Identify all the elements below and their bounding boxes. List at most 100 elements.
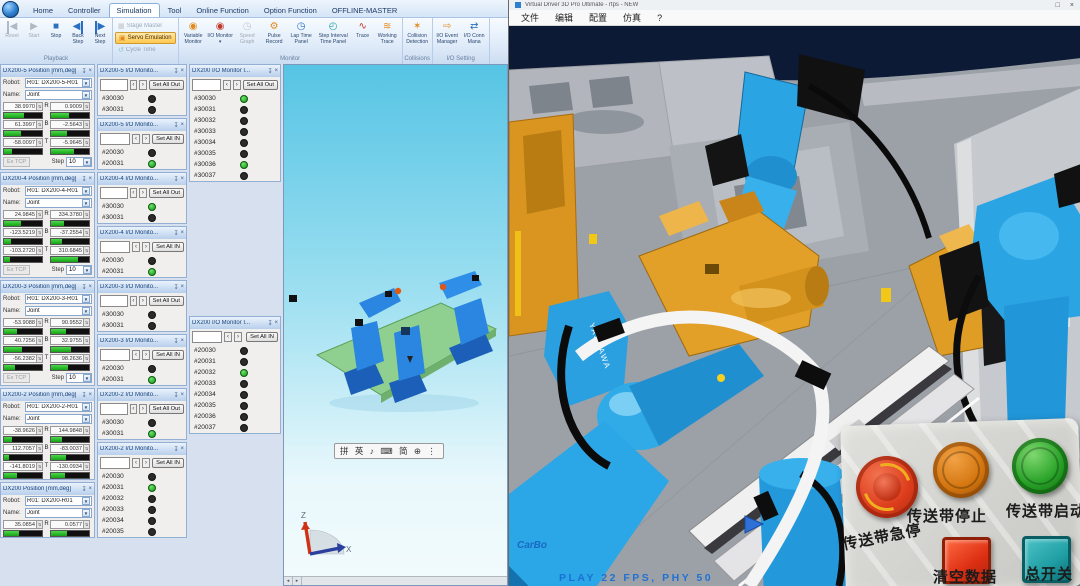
robot-select[interactable]: R01: DX200-R01▼ <box>25 496 92 506</box>
prev-icon[interactable]: ‹ <box>132 242 140 252</box>
conveyor-stop-button[interactable] <box>933 442 989 498</box>
tab-option-function[interactable]: Option Function <box>257 4 324 17</box>
pin-icon[interactable]: ↧ <box>81 176 86 183</box>
next-icon[interactable]: › <box>234 332 242 342</box>
ex-tcp-button[interactable]: Ex TCP <box>3 373 30 383</box>
axis-value-field[interactable]: -58.0097⇅ <box>3 138 43 147</box>
pin-icon[interactable]: ↧ <box>173 338 178 345</box>
spinner-icon[interactable]: ⇅ <box>83 463 89 470</box>
set-all-button[interactable]: Set All IN <box>152 134 184 144</box>
tab-offline-master[interactable]: OFFLINE-MASTER <box>325 4 404 17</box>
close-icon[interactable]: × <box>180 176 184 182</box>
axis-value-field[interactable]: 40.7256⇅ <box>3 336 43 345</box>
set-all-button[interactable]: Set All IN <box>152 242 184 252</box>
spinner-icon[interactable]: ⇅ <box>83 427 89 434</box>
axis-value-field[interactable]: 0.0577⇅ <box>50 520 90 529</box>
pin-icon[interactable]: ↧ <box>173 122 178 129</box>
ribbon-speed-graph-button[interactable]: ◷Speed Graph <box>234 19 261 55</box>
tab-tool[interactable]: Tool <box>161 4 189 17</box>
ribbon-step-interval-time-panel-button[interactable]: ◴Step Interval Time Panel <box>315 19 352 55</box>
spinner-icon[interactable]: ⇅ <box>83 229 89 236</box>
panel-titlebar[interactable]: DX200-3 I/O Monito...↧× <box>98 281 186 293</box>
name-select[interactable]: Joint▼ <box>25 414 92 424</box>
spinner-icon[interactable]: ⇅ <box>83 103 89 110</box>
panel-titlebar[interactable]: DX200-4 I/O Monito...↧× <box>98 173 186 185</box>
spinner-icon[interactable]: ⇅ <box>36 121 42 128</box>
close-icon[interactable]: × <box>88 486 92 492</box>
io-address-input[interactable] <box>100 241 130 253</box>
scroll-right-icon[interactable]: ▸ <box>293 577 302 585</box>
name-select[interactable]: Joint▼ <box>25 508 92 518</box>
close-icon[interactable]: × <box>180 446 184 452</box>
io-address-input[interactable] <box>192 79 221 91</box>
pin-icon[interactable]: ↧ <box>267 68 272 75</box>
tab-online-function[interactable]: Online Function <box>189 4 256 17</box>
close-icon[interactable]: × <box>88 392 92 398</box>
close-icon[interactable]: × <box>180 230 184 236</box>
ime-toolbar[interactable]: 拼 英 ♪ ⌨ 简 ⊕ ⋮ <box>334 443 444 459</box>
ribbon-trace-button[interactable]: ∿Trace <box>352 19 374 55</box>
spinner-icon[interactable]: ⇅ <box>36 337 42 344</box>
step-select[interactable]: 10▼ <box>66 265 92 275</box>
pin-icon[interactable]: ↧ <box>173 446 178 453</box>
ribbon-lap-time-panel-button[interactable]: ◷Lap Time Panel <box>288 19 315 55</box>
axis-value-field[interactable]: -2.5643⇅ <box>50 120 90 129</box>
ribbon-variable-monitor-button[interactable]: ◉Variable Monitor <box>180 19 207 55</box>
next-icon[interactable]: › <box>142 134 150 144</box>
menu-item-[interactable]: 配置 <box>581 10 615 25</box>
spinner-icon[interactable]: ⇅ <box>83 247 89 254</box>
axis-value-field[interactable]: -83.0037⇅ <box>50 444 90 453</box>
axis-value-field[interactable]: 61.3997⇅ <box>3 120 43 129</box>
step-select[interactable]: 10▼ <box>66 373 92 383</box>
set-all-button[interactable]: Set All Out <box>243 80 278 90</box>
axis-value-field[interactable]: 0.9009⇅ <box>50 102 90 111</box>
conveyor-start-button[interactable] <box>1012 438 1068 494</box>
scroll-left-icon[interactable]: ◂ <box>284 577 293 585</box>
panel-titlebar[interactable]: DX200-5 Position [mm,deg]↧× <box>1 65 94 77</box>
step-select[interactable]: 10▼ <box>66 157 92 167</box>
axis-value-field[interactable]: -103.2720⇅ <box>3 246 43 255</box>
set-all-button[interactable]: Set All IN <box>152 458 184 468</box>
axis-value-field[interactable]: 98.2636⇅ <box>50 354 90 363</box>
pin-icon[interactable]: ↧ <box>81 68 86 75</box>
axis-value-field[interactable]: 310.6845⇅ <box>50 246 90 255</box>
set-all-button[interactable]: Set All Out <box>149 188 184 198</box>
name-select[interactable]: Joint▼ <box>25 198 92 208</box>
io-address-input[interactable] <box>100 403 128 415</box>
menu-item-[interactable]: ? <box>649 12 670 24</box>
spinner-icon[interactable]: ⇅ <box>83 319 89 326</box>
axis-value-field[interactable]: 24.9845⇅ <box>3 210 43 219</box>
axis-value-field[interactable]: -53.9088⇅ <box>3 318 43 327</box>
panel-titlebar[interactable]: DX200 Position [mm,deg]↧× <box>1 483 94 495</box>
next-icon[interactable]: › <box>139 188 146 198</box>
panel-titlebar[interactable]: DX200-2 I/O Monito...↧× <box>98 443 186 455</box>
ex-tcp-button[interactable]: Ex TCP <box>3 157 30 167</box>
prev-icon[interactable]: ‹ <box>130 188 137 198</box>
prev-icon[interactable]: ‹ <box>130 404 137 414</box>
spinner-icon[interactable]: ⇅ <box>36 521 42 528</box>
next-icon[interactable]: › <box>139 404 146 414</box>
ribbon-stage-master-button[interactable]: ▦Stage Master <box>115 20 176 32</box>
axis-value-field[interactable]: -37.2554⇅ <box>50 228 90 237</box>
ribbon-servo-emulation-button[interactable]: ▣Servo Emulation <box>115 32 176 44</box>
axis-value-field[interactable]: -38.9626⇅ <box>3 426 43 435</box>
axis-value-field[interactable]: -123.5219⇅ <box>3 228 43 237</box>
close-icon[interactable]: × <box>180 284 184 290</box>
axis-value-field[interactable]: 144.9848⇅ <box>50 426 90 435</box>
tab-home[interactable]: Home <box>26 4 60 17</box>
prev-icon[interactable]: ‹ <box>224 332 232 342</box>
close-icon[interactable]: × <box>274 68 278 74</box>
panel-titlebar[interactable]: DX200-3 I/O Monito...↧× <box>98 335 186 347</box>
io-address-input[interactable] <box>100 457 130 469</box>
panel-titlebar[interactable]: DX200 I/O Monitor I...↧× <box>190 317 280 329</box>
next-icon[interactable]: › <box>142 458 150 468</box>
ribbon-start-button[interactable]: ▶Start <box>23 19 45 55</box>
panel-titlebar[interactable]: DX200 I/O Monitor I...↧× <box>190 65 280 77</box>
ribbon-i-o-conn-mana-button[interactable]: ⇄I/O Conn Mana <box>461 19 488 55</box>
panel-titlebar[interactable]: DX200-3 Position [mm,deg]↧× <box>1 281 94 293</box>
spinner-icon[interactable]: ⇅ <box>83 121 89 128</box>
spinner-icon[interactable]: ⇅ <box>83 139 89 146</box>
close-icon[interactable]: × <box>180 122 184 128</box>
prev-icon[interactable]: ‹ <box>132 458 140 468</box>
prev-icon[interactable]: ‹ <box>132 350 140 360</box>
